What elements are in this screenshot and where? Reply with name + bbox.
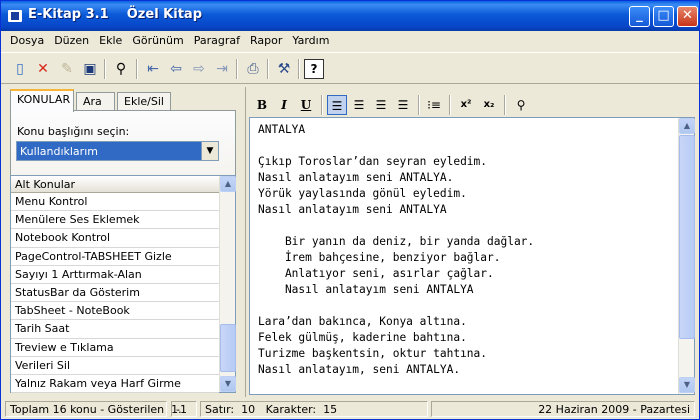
find-icon[interactable]: ⚲ (511, 95, 531, 115)
list-item[interactable]: Menu Kontrol (11, 193, 219, 212)
find-binoculars-icon[interactable]: ⚲ (111, 59, 131, 79)
window-title: E-Kitap 3.1 Özel Kitap (28, 7, 202, 22)
justify-icon[interactable]: ☰ (393, 95, 413, 115)
list-item[interactable]: Sayıyı 1 Arttırmak-Alan (11, 266, 219, 284)
minimize-button[interactable]: _ (629, 6, 650, 27)
menu-bar: Dosya Düzen Ekle Görünüm Paragraf Rapor Yardım (1, 31, 699, 51)
toolbar-separator (418, 95, 420, 115)
status-topic-count: Toplam 16 konu - Gösterilen 1. (5, 401, 182, 417)
underline-button[interactable]: U (296, 95, 316, 115)
list-item[interactable]: Tarih Saat (11, 320, 219, 339)
first-arrow-icon[interactable]: ⇤ (143, 59, 163, 79)
status-row: Satır: 10 (205, 403, 256, 416)
menu-gorunum[interactable]: Görünüm (127, 31, 188, 50)
scroll-down-icon[interactable]: ▼ (220, 376, 236, 392)
maximize-button[interactable]: □ (653, 6, 674, 27)
status-row-chars: Satır: 10 Karakter: 15 (200, 401, 428, 417)
tab-ara[interactable]: Ara (76, 92, 115, 111)
scroll-thumb[interactable] (679, 135, 695, 339)
combo-label: Konu başlığını seçin: (17, 125, 130, 138)
toolbar-separator (267, 59, 269, 79)
subscript-icon[interactable]: x₂ (479, 95, 499, 115)
list-header[interactable]: Alt Konular (11, 176, 235, 193)
prev-arrow-icon[interactable]: ⇦ (166, 59, 186, 79)
scroll-up-icon[interactable]: ▲ (679, 118, 695, 134)
bullets-icon[interactable]: ⁝≡ (424, 95, 444, 115)
book-icon (8, 10, 22, 22)
toolbar-separator (321, 95, 323, 115)
next-arrow-icon[interactable]: ⇨ (189, 59, 209, 79)
app-window: E-Kitap 3.1 Özel Kitap _ □ ✕ Dosya Düzen E… (0, 0, 700, 420)
left-panel: KONULAR Ara Ekle/Sil Konu başlığını seçi… (4, 87, 240, 397)
list-item[interactable]: Notebook Kontrol (11, 229, 219, 248)
menu-rapor[interactable]: Rapor (245, 31, 287, 50)
align-center-icon[interactable]: ☰ (349, 95, 369, 115)
main-toolbar: ▯ ✕ ✎ ▣ ⚲ ⇤ ⇦ ⇨ ⇥ ⎙ ⚒ ? (1, 52, 699, 84)
close-button[interactable]: ✕ (677, 6, 698, 27)
editor-panel: B I U ☰ ☰ ☰ ☰ ⁝≡ x² x₂ ⚲ ANTALYA Çıkıp T… (245, 87, 697, 397)
editor-scrollbar[interactable]: ▲ ▼ (678, 118, 695, 394)
toolbar-separator (449, 95, 451, 115)
scroll-down-icon[interactable]: ▼ (679, 377, 695, 393)
delete-icon[interactable]: ✕ (33, 59, 53, 79)
save-icon[interactable]: ▣ (80, 59, 100, 79)
status-position: -1 (171, 401, 197, 417)
new-document-icon[interactable]: ▯ (10, 59, 30, 79)
italic-button[interactable]: I (274, 95, 294, 115)
scroll-up-icon[interactable]: ▲ (220, 176, 236, 192)
menu-ekle[interactable]: Ekle (94, 31, 127, 50)
editor-text[interactable]: ANTALYA Çıkıp Toroslar’dan seyran eyledi… (258, 122, 534, 378)
status-bar: Toplam 16 konu - Gösterilen 1. -1 Satır:… (1, 399, 699, 419)
status-chars: Karakter: 15 (265, 403, 338, 416)
list-scrollbar[interactable]: ▲ ▼ (219, 176, 236, 392)
tools-icon[interactable]: ⚒ (274, 59, 294, 79)
menu-dosya[interactable]: Dosya (5, 31, 49, 50)
toolbar-separator (236, 59, 238, 79)
title-bar[interactable]: E-Kitap 3.1 Özel Kitap _ □ ✕ (1, 1, 699, 31)
format-toolbar: B I U ☰ ☰ ☰ ☰ ⁝≡ x² x₂ ⚲ (246, 89, 696, 117)
toolbar-separator (298, 59, 300, 79)
toolbar-separator (104, 59, 106, 79)
tab-content: Konu başlığını seçin: Kullandıklarım ▼ (10, 110, 236, 180)
list-item[interactable]: Yalnız Rakam veya Harf Girme (11, 375, 219, 394)
chevron-down-icon[interactable]: ▼ (201, 141, 219, 161)
list-item[interactable]: Menülere Ses Eklemek (11, 211, 219, 230)
list-item[interactable]: Treview e Tıklama (11, 339, 219, 357)
align-left-icon[interactable]: ☰ (327, 95, 347, 115)
text-editor[interactable]: ANTALYA Çıkıp Toroslar’dan seyran eyledi… (249, 117, 695, 395)
list-items: Menu Kontrol Menülere Ses Eklemek Notebook… (11, 193, 219, 394)
combo-value: Kullandıklarım (20, 145, 98, 158)
edit-pencil-icon[interactable]: ✎ (57, 59, 77, 79)
help-icon[interactable]: ? (304, 59, 324, 79)
list-item[interactable]: TabSheet - NoteBook (11, 302, 219, 321)
toolbar-separator (136, 59, 138, 79)
tab-ekle-sil[interactable]: Ekle/Sil (117, 92, 171, 111)
last-arrow-icon[interactable]: ⇥ (212, 59, 232, 79)
scroll-thumb[interactable] (220, 324, 236, 372)
menu-yardim[interactable]: Yardım (287, 31, 334, 50)
status-date: 22 Haziran 2009 - Pazartesi (431, 401, 695, 417)
toolbar-separator (504, 95, 506, 115)
print-icon[interactable]: ⎙ (243, 59, 263, 79)
menu-paragraf[interactable]: Paragraf (189, 31, 245, 50)
tab-konular[interactable]: KONULAR (10, 89, 74, 112)
list-item[interactable]: StatusBar da Gösterim (11, 284, 219, 303)
list-item[interactable]: PageControl-TABSHEET Gizle (11, 248, 219, 266)
superscript-icon[interactable]: x² (456, 95, 476, 115)
align-right-icon[interactable]: ☰ (371, 95, 391, 115)
bold-button[interactable]: B (252, 95, 272, 115)
topic-combo[interactable]: Kullandıklarım ▼ (16, 141, 219, 161)
menu-duzen[interactable]: Düzen (49, 31, 94, 50)
list-item[interactable]: Verileri Sil (11, 357, 219, 375)
subtopic-list: Alt Konular Menu Kontrol Menülere Ses Ekl… (10, 175, 236, 394)
